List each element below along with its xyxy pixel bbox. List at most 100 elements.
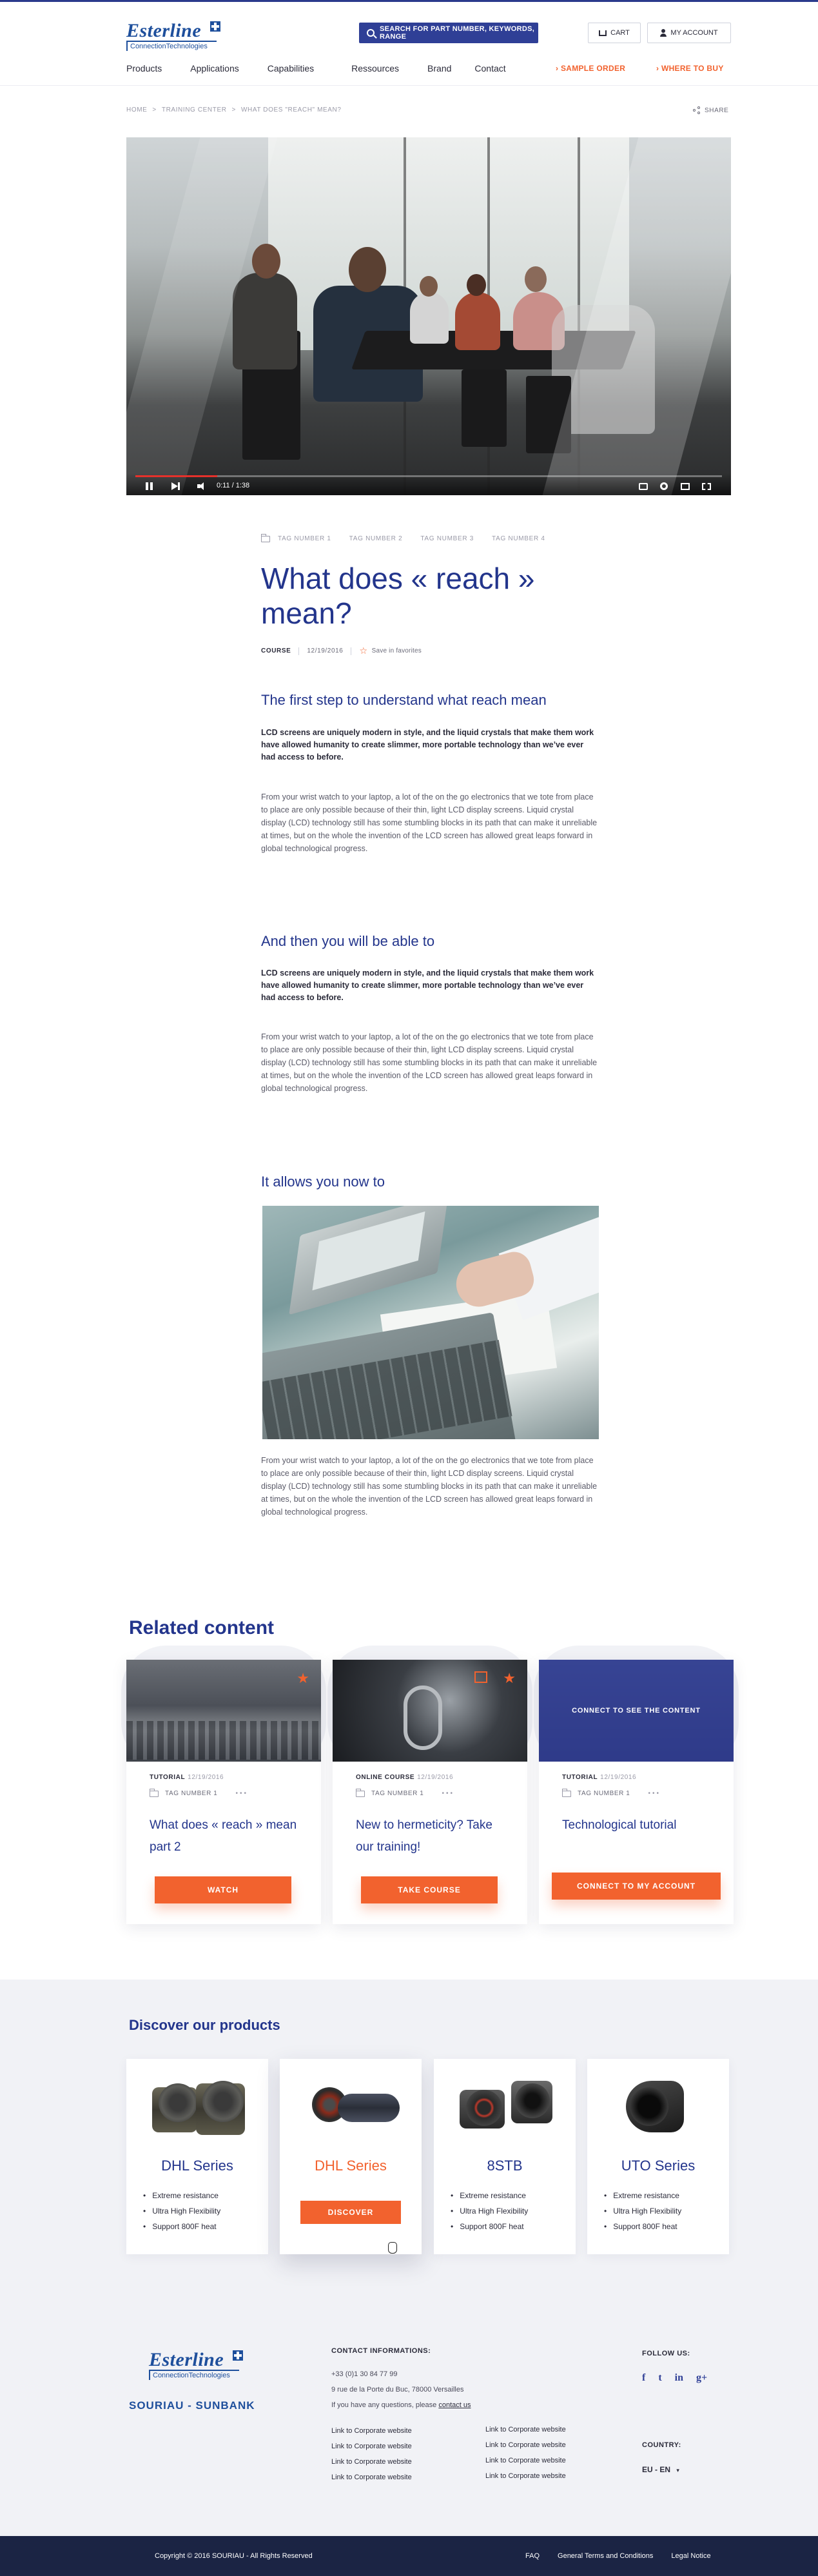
card-title[interactable]: New to hermeticity? Take our training!	[356, 1814, 504, 1858]
sample-order-link[interactable]: › SAMPLE ORDER	[556, 64, 625, 73]
next-icon[interactable]	[171, 482, 180, 490]
country-select[interactable]: EU - EN ▾	[642, 2465, 679, 2474]
related-card[interactable]: ★ ONLINE COURSE 12/19/2016 TAG NUMBER 1 ••…	[333, 1660, 527, 1924]
tag-link[interactable]: TAG NUMBER 3	[420, 535, 474, 542]
product-card[interactable]: UTO Series Extreme resistance Ultra High…	[587, 2059, 729, 2254]
nav-products[interactable]: Products	[126, 63, 162, 79]
thumbnail-crowd	[126, 1721, 321, 1760]
breadcrumb-training-center[interactable]: TRAINING CENTER	[162, 106, 227, 113]
corporate-link[interactable]: Link to Corporate website	[485, 2453, 566, 2468]
article-date: 12/19/2016	[307, 647, 344, 654]
product-features: Extreme resistance Ultra High Flexibilit…	[604, 2188, 681, 2234]
favorite-star-icon[interactable]: ★	[503, 1670, 516, 1687]
connector-face	[515, 2083, 550, 2118]
where-to-buy-label: WHERE TO BUY	[661, 64, 724, 73]
nav-contact[interactable]: Contact	[474, 63, 505, 79]
logo-cross-icon	[233, 2350, 243, 2361]
nav-applications[interactable]: Applications	[190, 63, 239, 79]
logo-wordmark: Esterline	[149, 2349, 224, 2370]
google-plus-icon[interactable]: g+	[696, 2372, 707, 2384]
more-dots-icon[interactable]: •••	[648, 1790, 661, 1797]
product-card[interactable]: DHL Series Extreme resistance Ultra High…	[126, 2059, 268, 2254]
play-box-icon[interactable]	[474, 1671, 487, 1683]
card-thumbnail: ★	[333, 1660, 527, 1762]
video-player[interactable]: 0:11 / 1:38	[126, 137, 731, 495]
product-name[interactable]: DHL Series	[280, 2158, 422, 2174]
corporate-link[interactable]: Link to Corporate website	[331, 2454, 412, 2470]
esterline-logo[interactable]: Esterline ConnectionTechnologies	[126, 20, 223, 51]
my-account-button[interactable]: MY ACCOUNT	[647, 23, 731, 43]
twitter-icon[interactable]: t	[658, 2372, 661, 2384]
country-value: EU - EN	[642, 2465, 671, 2474]
product-name[interactable]: DHL Series	[126, 2158, 268, 2174]
product-feature: Support 800F heat	[451, 2219, 528, 2234]
pause-icon[interactable]	[146, 482, 153, 490]
facebook-icon[interactable]: f	[642, 2372, 645, 2384]
share-button[interactable]: SHARE	[693, 106, 728, 114]
corporate-link[interactable]: Link to Corporate website	[485, 2437, 566, 2453]
breadcrumb: HOME > TRAINING CENTER > WHAT DOES "REAC…	[126, 106, 342, 113]
breadcrumb-home[interactable]: HOME	[126, 106, 147, 113]
footer-esterline-logo[interactable]: Esterline ConnectionTechnologies	[149, 2349, 252, 2380]
settings-gear-icon[interactable]	[660, 482, 668, 490]
search-button[interactable]: SEARCH FOR PART NUMBER, KEYWORDS, RANGE	[359, 23, 538, 43]
terms-link[interactable]: General Terms and Conditions	[558, 2552, 653, 2560]
linkedin-icon[interactable]: in	[675, 2372, 683, 2384]
tag-link[interactable]: TAG NUMBER 4	[492, 535, 545, 542]
product-card[interactable]: 8STB Extreme resistance Ultra High Flexi…	[434, 2059, 576, 2254]
nav-brand[interactable]: Brand	[427, 63, 451, 79]
corporate-link[interactable]: Link to Corporate website	[485, 2422, 566, 2437]
related-card[interactable]: ★ TUTORIAL 12/19/2016 TAG NUMBER 1 ••• Wha…	[126, 1660, 321, 1924]
contact-us-link[interactable]: contact us	[438, 2401, 471, 2409]
take-course-button[interactable]: TAKE COURSE	[361, 1876, 498, 1903]
product-feature: Support 800F heat	[143, 2219, 220, 2234]
related-card[interactable]: CONNECT TO SEE THE CONTENT TUTORIAL 12/19…	[539, 1660, 734, 1924]
products-title: Discover our products	[129, 2017, 280, 2033]
breadcrumb-separator: >	[231, 106, 236, 113]
product-name[interactable]: 8STB	[434, 2158, 576, 2174]
corporate-link[interactable]: Link to Corporate website	[331, 2470, 412, 2485]
article-type: COURSE	[261, 647, 291, 654]
video-scene-head	[467, 274, 486, 296]
card-category: ONLINE COURSE 12/19/2016	[356, 1774, 454, 1781]
card-title[interactable]: Technological tutorial	[562, 1814, 710, 1836]
discover-button[interactable]: DISCOVER	[300, 2201, 401, 2224]
corporate-link[interactable]: Link to Corporate website	[485, 2468, 566, 2484]
watch-button[interactable]: WATCH	[155, 1876, 291, 1903]
corporate-link[interactable]: Link to Corporate website	[331, 2423, 412, 2439]
nav-ressources[interactable]: Ressources	[351, 63, 399, 79]
faq-link[interactable]: FAQ	[525, 2552, 540, 2560]
video-progress-bar[interactable]	[135, 475, 722, 477]
miniplayer-icon[interactable]	[681, 483, 690, 490]
legal-notice-link[interactable]: Legal Notice	[671, 2552, 710, 2560]
product-card-active[interactable]: DHL Series DISCOVER	[280, 2059, 422, 2254]
product-name[interactable]: UTO Series	[587, 2158, 729, 2174]
favorite-star-icon[interactable]: ★	[297, 1670, 309, 1687]
tag-link[interactable]: TAG NUMBER 2	[349, 535, 403, 542]
tag-link[interactable]: TAG NUMBER 1	[278, 535, 331, 542]
fullscreen-icon[interactable]	[702, 483, 711, 490]
locked-overlay[interactable]: CONNECT TO SEE THE CONTENT	[539, 1660, 734, 1762]
more-dots-icon[interactable]: •••	[442, 1790, 454, 1797]
save-favorites-button[interactable]: ☆ Save in favorites	[359, 645, 421, 656]
video-scene-head	[349, 247, 386, 292]
contact-heading: CONTACT INFORMATIONS:	[331, 2347, 431, 2355]
footer-links-col2: Link to Corporate website Link to Corpor…	[485, 2422, 566, 2484]
connect-account-button[interactable]: CONNECT TO MY ACCOUNT	[552, 1873, 721, 1900]
corporate-link[interactable]: Link to Corporate website	[331, 2439, 412, 2454]
product-image	[299, 2074, 402, 2145]
chevron-right-icon: ›	[656, 64, 661, 73]
product-feature: Extreme resistance	[451, 2188, 528, 2203]
cart-button[interactable]: CART	[588, 23, 641, 43]
card-category: TUTORIAL 12/19/2016	[562, 1774, 637, 1781]
product-feature: Ultra High Flexibility	[604, 2203, 681, 2219]
volume-icon[interactable]	[197, 482, 206, 490]
card-title[interactable]: What does « reach » mean part 2	[150, 1814, 298, 1858]
section-body: From your wrist watch to your laptop, a …	[261, 1456, 598, 1517]
product-feature: Support 800F heat	[604, 2219, 681, 2234]
captions-icon[interactable]	[639, 483, 648, 490]
souriau-sunbank-logo[interactable]: SOURIAU - SUNBANK	[129, 2399, 255, 2412]
more-dots-icon[interactable]: •••	[235, 1790, 248, 1797]
where-to-buy-link[interactable]: › WHERE TO BUY	[656, 64, 724, 73]
nav-capabilities[interactable]: Capabilities	[268, 63, 314, 79]
